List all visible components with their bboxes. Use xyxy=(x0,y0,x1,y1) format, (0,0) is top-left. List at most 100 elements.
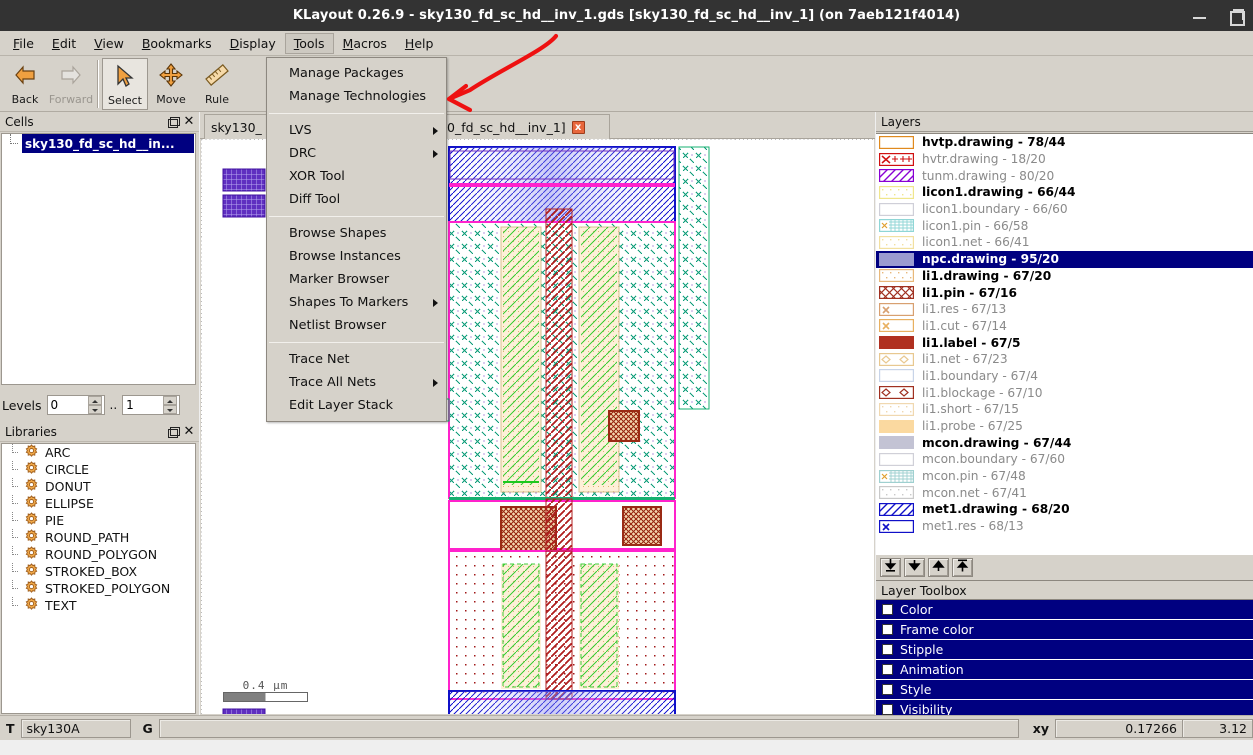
menu-item-manage-packages[interactable]: Manage Packages xyxy=(267,62,446,85)
library-item[interactable]: ELLIPSE xyxy=(2,494,195,512)
layer-item[interactable]: li1.net - 67/23 xyxy=(876,351,1253,368)
minimize-icon[interactable] xyxy=(1189,5,1211,27)
layer-toolbox-item[interactable]: Color xyxy=(876,600,1253,620)
layer-swatch-icon[interactable] xyxy=(879,319,914,333)
library-item[interactable]: STROKED_POLYGON xyxy=(2,579,195,597)
layer-item[interactable]: licon1.net - 66/41 xyxy=(876,234,1253,251)
layer-item[interactable]: li1.label - 67/5 xyxy=(876,334,1253,351)
menu-item-drc[interactable]: DRC xyxy=(267,142,446,165)
layer-swatch-icon[interactable] xyxy=(879,452,914,466)
library-item[interactable]: CIRCLE xyxy=(2,460,195,478)
menu-item-xor-tool[interactable]: XOR Tool xyxy=(267,165,446,188)
menu-item-manage-technologies[interactable]: Manage Technologies xyxy=(267,85,446,108)
library-item[interactable]: ROUND_POLYGON xyxy=(2,545,195,563)
layer-item[interactable]: li1.res - 67/13 xyxy=(876,301,1253,318)
menu-item-browse-shapes[interactable]: Browse Shapes xyxy=(267,222,446,245)
layer-move-up-button[interactable] xyxy=(928,557,949,577)
layer-item[interactable]: li1.pin - 67/16 xyxy=(876,284,1253,301)
checkbox-icon[interactable] xyxy=(882,604,893,615)
layer-move-to-bottom-button[interactable] xyxy=(880,557,901,577)
levels-from-stepper[interactable] xyxy=(46,395,105,415)
undock-icon[interactable] xyxy=(166,425,180,439)
close-icon[interactable]: ✕ xyxy=(182,424,196,439)
levels-to-arrows[interactable] xyxy=(163,396,178,414)
layer-item[interactable]: li1.blockage - 67/10 xyxy=(876,384,1253,401)
layer-item[interactable]: tunm.drawing - 80/20 xyxy=(876,167,1253,184)
layer-item[interactable]: met1.drawing - 68/20 xyxy=(876,501,1253,518)
cells-tree[interactable]: sky130_fd_sc_hd__in... xyxy=(1,133,196,385)
menu-item-trace-net[interactable]: Trace Net xyxy=(267,348,446,371)
menu-item-edit-layer-stack[interactable]: Edit Layer Stack xyxy=(267,394,446,417)
tab-layout[interactable]: 0_fd_sc_hd__inv_1] x xyxy=(440,114,610,139)
layers-list[interactable]: hvtp.drawing - 78/44 hvtr.drawing - 18/20… xyxy=(876,133,1253,555)
menu-display[interactable]: Display xyxy=(221,33,285,54)
library-item[interactable]: PIE xyxy=(2,511,195,529)
checkbox-icon[interactable] xyxy=(882,644,893,655)
checkbox-icon[interactable] xyxy=(882,704,893,715)
layer-swatch-icon[interactable] xyxy=(879,252,914,266)
levels-from-input[interactable] xyxy=(47,396,88,414)
layer-swatch-icon[interactable] xyxy=(879,386,914,400)
menu-item-marker-browser[interactable]: Marker Browser xyxy=(267,268,446,291)
checkbox-icon[interactable] xyxy=(882,684,893,695)
layer-toolbox-item[interactable]: Style xyxy=(876,680,1253,700)
layer-swatch-icon[interactable] xyxy=(879,185,914,199)
library-item[interactable]: ARC xyxy=(2,444,195,461)
layer-item[interactable]: mcon.pin - 67/48 xyxy=(876,468,1253,485)
layer-swatch-icon[interactable] xyxy=(879,502,914,516)
layer-item[interactable]: li1.probe - 67/25 xyxy=(876,418,1253,435)
toolbar-button-move[interactable]: Move xyxy=(148,58,194,110)
layer-toolbox-list[interactable]: Color Frame color Stipple Animation Style Vis… xyxy=(876,600,1253,720)
library-item[interactable]: ROUND_PATH xyxy=(2,528,195,546)
levels-to-input[interactable] xyxy=(123,396,164,414)
library-item[interactable]: DONUT xyxy=(2,477,195,495)
layer-swatch-icon[interactable] xyxy=(879,336,914,350)
menu-bookmarks[interactable]: Bookmarks xyxy=(133,33,221,54)
menu-tools[interactable]: Tools xyxy=(284,32,334,54)
toolbar-button-back[interactable]: Back xyxy=(2,58,48,110)
layer-swatch-icon[interactable] xyxy=(879,469,914,483)
maximize-icon[interactable] xyxy=(1225,5,1247,27)
layer-swatch-icon[interactable] xyxy=(879,269,914,283)
layer-toolbox-item[interactable]: Animation xyxy=(876,660,1253,680)
layer-item[interactable]: li1.drawing - 67/20 xyxy=(876,268,1253,285)
layer-swatch-icon[interactable] xyxy=(879,202,914,216)
undock-icon[interactable] xyxy=(166,115,180,129)
layer-item[interactable]: hvtp.drawing - 78/44 xyxy=(876,134,1253,151)
menu-item-diff-tool[interactable]: Diff Tool xyxy=(267,188,446,211)
layer-item[interactable]: hvtr.drawing - 18/20 xyxy=(876,151,1253,168)
layer-item[interactable]: li1.cut - 67/14 xyxy=(876,318,1253,335)
layer-toolbox-item[interactable]: Stipple xyxy=(876,640,1253,660)
tools-dropdown-menu[interactable]: Manage Packages Manage Technologies LVS DRC… xyxy=(266,57,447,422)
layer-swatch-icon[interactable] xyxy=(879,169,914,183)
layer-item[interactable]: licon1.pin - 66/58 xyxy=(876,217,1253,234)
layer-swatch-icon[interactable] xyxy=(879,302,914,316)
menu-item-browse-instances[interactable]: Browse Instances xyxy=(267,245,446,268)
menu-item-shapes-to-markers[interactable]: Shapes To Markers xyxy=(267,291,446,314)
tab-close-icon[interactable]: x xyxy=(571,120,585,134)
layer-swatch-icon[interactable] xyxy=(879,286,914,300)
menu-edit[interactable]: Edit xyxy=(43,33,85,54)
layer-swatch-icon[interactable] xyxy=(879,152,914,166)
layer-item[interactable]: npc.drawing - 95/20 xyxy=(876,250,1253,268)
layer-item[interactable]: li1.short - 67/15 xyxy=(876,401,1253,418)
layer-swatch-icon[interactable] xyxy=(879,135,914,149)
levels-from-arrows[interactable] xyxy=(87,396,102,414)
menu-item-lvs[interactable]: LVS xyxy=(267,119,446,142)
toolbar-button-select[interactable]: Select xyxy=(102,58,148,110)
layer-item[interactable]: licon1.boundary - 66/60 xyxy=(876,201,1253,218)
menu-view[interactable]: View xyxy=(85,33,133,54)
libraries-list[interactable]: ARC CIRCLE DONUT ELLIPSE PIE ROUND_PATH ROUND_… xyxy=(1,443,196,714)
layer-swatch-icon[interactable] xyxy=(879,219,914,233)
layer-item[interactable]: mcon.net - 67/41 xyxy=(876,484,1253,501)
layer-item[interactable]: met1.res - 68/13 xyxy=(876,518,1253,535)
layer-item[interactable]: mcon.drawing - 67/44 xyxy=(876,434,1253,451)
layer-swatch-icon[interactable] xyxy=(879,369,914,383)
grid-value-field[interactable] xyxy=(158,718,1019,738)
layer-move-down-button[interactable] xyxy=(904,557,925,577)
checkbox-icon[interactable] xyxy=(882,624,893,635)
tech-value-field[interactable]: sky130A xyxy=(20,718,131,738)
menu-item-trace-all-nets[interactable]: Trace All Nets xyxy=(267,371,446,394)
layer-swatch-icon[interactable] xyxy=(879,436,914,450)
menu-file[interactable]: File xyxy=(4,33,43,54)
